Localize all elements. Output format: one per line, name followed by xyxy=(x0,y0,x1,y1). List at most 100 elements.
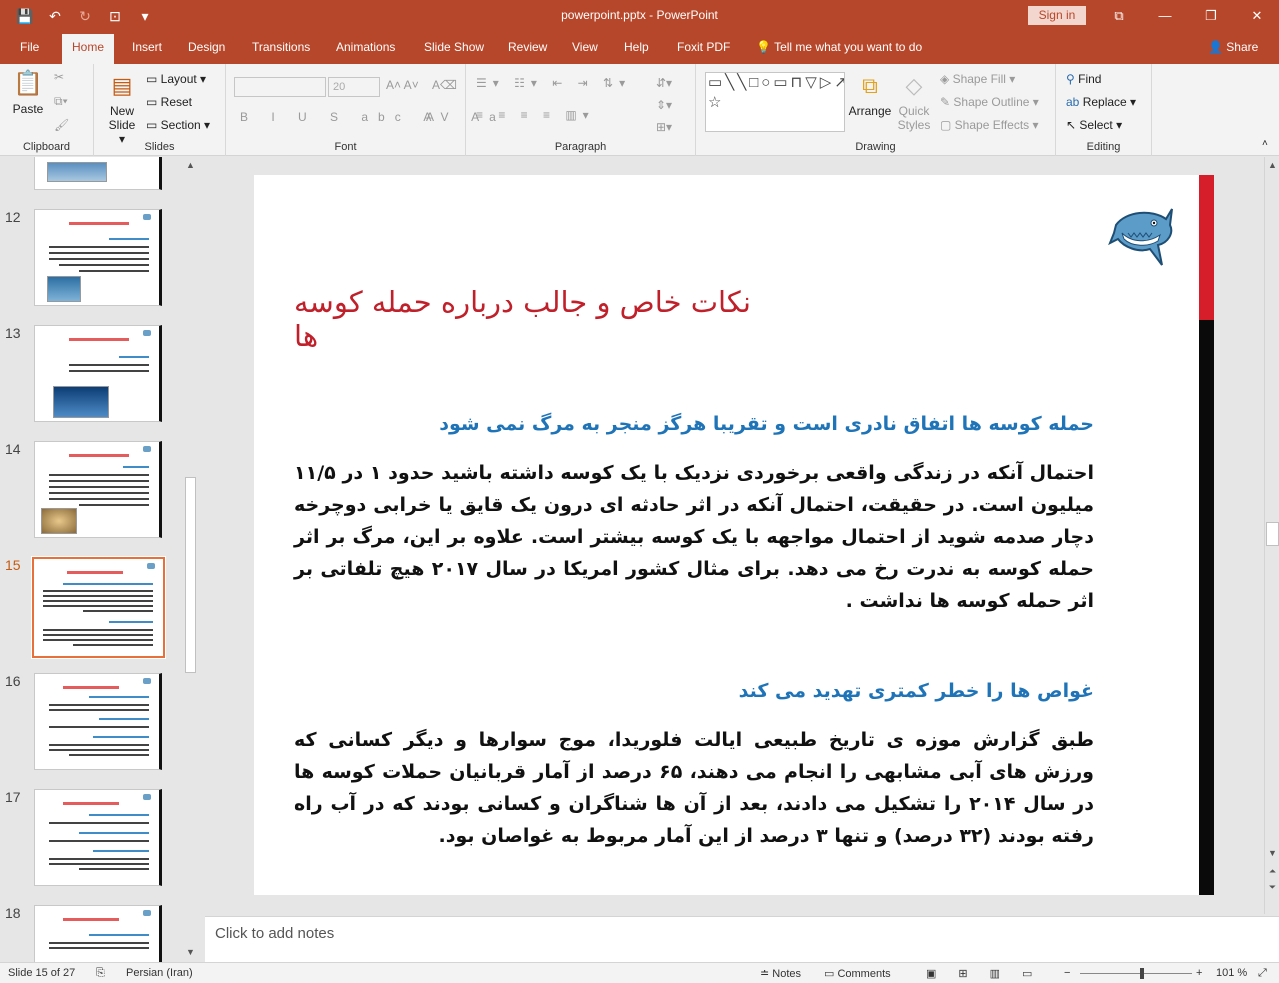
zoom-in-icon[interactable]: + xyxy=(1196,967,1202,979)
previous-slide-icon[interactable]: ⏶ xyxy=(1266,865,1279,878)
close-icon[interactable]: ✕ xyxy=(1234,4,1279,28)
shape-effects-button[interactable]: ▢ Shape Effects ▾ xyxy=(940,118,1039,132)
paste-label: Paste xyxy=(12,102,44,116)
sign-in-button[interactable]: Sign in xyxy=(1028,6,1086,25)
next-slide-icon[interactable]: ⏷ xyxy=(1266,881,1279,894)
thumbnail-title xyxy=(63,918,119,921)
slide-body-1[interactable]: احتمال آنکه در زندگی واقعی برخوردی نزدیک… xyxy=(294,457,1094,617)
scroll-up-icon[interactable]: ▲ xyxy=(184,159,197,172)
tell-me-search[interactable]: 💡 Tell me what you want to do xyxy=(756,40,922,54)
title-bar: 💾 ↶ ↻ ⊡ ▾ powerpoint.pptx - PowerPoint S… xyxy=(0,0,1279,32)
arrange-label: Arrange xyxy=(848,104,892,118)
slide-body-2[interactable]: طبق گزارش موزه ی تاریخ طبیعی ایالت فلوری… xyxy=(294,724,1094,852)
slide-thumbnail-17[interactable] xyxy=(34,789,162,886)
ribbon-display-icon[interactable]: ⧉ xyxy=(1096,4,1142,28)
find-label: Find xyxy=(1078,72,1102,86)
fit-slide-icon[interactable]: ⤢ xyxy=(1258,967,1267,980)
alignment-buttons[interactable]: ≡ ≡ ≡ ≡ ▥▾ xyxy=(476,108,595,122)
font-name-combo[interactable] xyxy=(234,77,326,97)
slide-heading-2[interactable]: غواص ها را خطر کمتری تهدید می کند xyxy=(294,680,1094,702)
slide-thumbnail-11[interactable] xyxy=(34,157,162,190)
paste-button[interactable]: 📋 Paste xyxy=(8,70,48,116)
tab-review[interactable]: Review xyxy=(508,40,547,54)
thumbnail-line xyxy=(43,639,153,641)
list-indent-buttons[interactable]: ☰▾ ☷▾ ⇤ ⇥ ⇅▾ xyxy=(476,76,631,90)
tab-help[interactable]: Help xyxy=(624,40,649,54)
copy-icon[interactable]: ⧉▾ xyxy=(54,94,68,109)
format-painter-icon[interactable]: 🖌 xyxy=(54,118,69,132)
replace-button[interactable]: ab Replace ▾ xyxy=(1066,95,1136,109)
scroll-down-icon[interactable]: ▼ xyxy=(1266,847,1279,860)
powerpoint-window: 💾 ↶ ↻ ⊡ ▾ powerpoint.pptx - PowerPoint S… xyxy=(0,0,1279,983)
tab-file[interactable]: File xyxy=(20,40,39,54)
new-slide-button[interactable]: ▤ New Slide ▾ xyxy=(104,72,140,146)
spellcheck-icon[interactable]: ⎘ xyxy=(96,967,105,980)
view-buttons[interactable]: ▣⊞▥▭ xyxy=(926,967,1054,980)
slide-thumbnail-13[interactable] xyxy=(34,325,162,422)
shape-outline-button[interactable]: ✎ Shape Outline ▾ xyxy=(940,95,1039,109)
align-text-icon[interactable]: ⇕▾ xyxy=(656,98,672,112)
slide-title[interactable]: نکات خاص و جالب درباره حمله کوسه ها xyxy=(294,285,774,353)
slide-thumbnail-18[interactable] xyxy=(34,905,162,962)
tab-foxit-pdf[interactable]: Foxit PDF xyxy=(677,40,730,54)
tab-view[interactable]: View xyxy=(572,40,598,54)
find-button[interactable]: ⚲ Find xyxy=(1066,72,1101,86)
slide-heading-1[interactable]: حمله کوسه ها اتفاق نادری است و تقریبا هر… xyxy=(294,413,1094,435)
smartart-icon[interactable]: ⊞▾ xyxy=(656,120,672,134)
section-button[interactable]: ▭ Section ▾ xyxy=(146,118,210,132)
tab-transitions[interactable]: Transitions xyxy=(252,40,310,54)
language-indicator[interactable]: Persian (Iran) xyxy=(126,967,193,979)
notes-placeholder[interactable]: Click to add notes xyxy=(215,925,334,942)
drawing-group-label: Drawing xyxy=(855,141,896,153)
tab-insert[interactable]: Insert xyxy=(132,40,162,54)
cut-icon[interactable]: ✂ xyxy=(54,70,64,84)
notes-pane[interactable]: Click to add notes xyxy=(205,916,1279,962)
slide-thumbnail-14[interactable] xyxy=(34,441,162,538)
tab-design[interactable]: Design xyxy=(188,40,225,54)
clear-formatting-icon[interactable]: A⌫ xyxy=(432,78,457,92)
collapse-ribbon-icon[interactable]: ˄ xyxy=(1262,138,1268,149)
slide-thumbnail-15[interactable] xyxy=(31,556,166,659)
slide-scroll-thumb[interactable] xyxy=(1266,522,1279,546)
quick-styles-button[interactable]: ◇ Quick Styles xyxy=(894,72,934,132)
reset-button[interactable]: ▭ Reset xyxy=(146,95,192,109)
notes-toggle[interactable]: ≐ Notes xyxy=(760,967,801,980)
thumbnail-title xyxy=(67,571,123,574)
share-button[interactable]: 👤 Share xyxy=(1208,40,1258,54)
tab-animations[interactable]: Animations xyxy=(336,40,395,54)
slide-thumbnail-12[interactable] xyxy=(34,209,162,306)
zoom-slider-knob[interactable] xyxy=(1140,968,1144,979)
zoom-out-icon[interactable]: − xyxy=(1064,967,1070,979)
comments-toggle[interactable]: ▭ Comments xyxy=(824,967,891,980)
quick-styles-icon: ◇ xyxy=(905,73,923,98)
replace-label: Replace xyxy=(1082,95,1127,109)
layout-button[interactable]: ▭ Layout ▾ xyxy=(146,72,206,86)
maximize-icon[interactable]: ❐ xyxy=(1188,4,1234,28)
tell-me-label: Tell me what you want to do xyxy=(774,40,923,54)
thumbnail-line xyxy=(49,822,149,824)
current-slide[interactable]: نکات خاص و جالب درباره حمله کوسه ها حمله… xyxy=(254,175,1214,895)
scroll-down-icon[interactable]: ▼ xyxy=(184,946,197,959)
thumbnail-scroll-thumb[interactable] xyxy=(185,477,196,673)
reset-label: Reset xyxy=(160,95,193,109)
zoom-level[interactable]: 101 % xyxy=(1216,967,1247,979)
zoom-slider-track[interactable] xyxy=(1080,973,1192,974)
arrange-button[interactable]: ⧉ Arrange xyxy=(848,72,892,118)
scroll-up-icon[interactable]: ▲ xyxy=(1266,159,1279,172)
select-button[interactable]: ↖ Select ▾ xyxy=(1066,118,1122,132)
paragraph-group-label: Paragraph xyxy=(554,141,607,153)
thumbnail-line xyxy=(49,947,149,949)
font-color-button[interactable]: A xyxy=(426,110,434,124)
shapes-gallery[interactable]: ▭╲╲□○▭⊓▽▷↗↓⇩⇨⌒⟋◠◠{}☆ xyxy=(705,72,845,132)
tab-slide-show[interactable]: Slide Show xyxy=(424,40,484,54)
slide-scrollbar[interactable]: ▲ ▼ ⏶ ⏷ xyxy=(1264,157,1279,914)
font-size-combo[interactable]: 20 xyxy=(328,77,380,97)
thumbnail-scrollbar[interactable]: ▲ ▼ xyxy=(183,157,198,962)
tab-home[interactable]: Home xyxy=(62,34,115,64)
font-group-label: Font xyxy=(334,141,357,153)
shape-fill-button[interactable]: ◈ Shape Fill ▾ xyxy=(940,72,1015,86)
slide-thumbnail-16[interactable] xyxy=(34,673,162,770)
minimize-icon[interactable]: — xyxy=(1142,4,1188,28)
grow-shrink-font-icons[interactable]: A˄ A˅ xyxy=(386,78,419,92)
text-direction-icon[interactable]: ⇵▾ xyxy=(656,76,672,90)
